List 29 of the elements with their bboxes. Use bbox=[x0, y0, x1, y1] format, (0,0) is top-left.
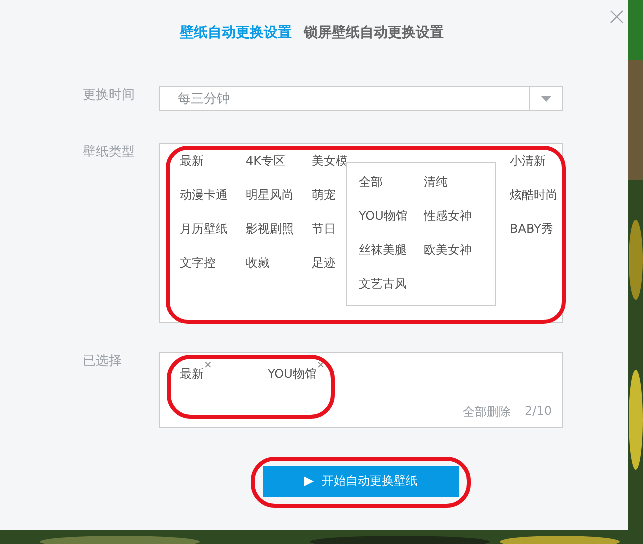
category-option[interactable]: 全部 bbox=[359, 174, 424, 208]
category-option[interactable]: 清纯 bbox=[424, 174, 489, 208]
category-option[interactable]: 影视剧照 bbox=[246, 221, 312, 238]
category-option[interactable]: 收藏 bbox=[246, 255, 312, 272]
tab[interactable]: 锁屏壁纸自动更换设置 bbox=[304, 24, 444, 44]
field-label: 已选择 bbox=[83, 353, 123, 371]
remove-icon[interactable]: × bbox=[204, 360, 212, 372]
category-option[interactable]: 丝袜美腿 bbox=[359, 242, 424, 276]
category-option[interactable]: 月历壁纸 bbox=[180, 221, 246, 238]
category-option[interactable]: 文艺古风 bbox=[359, 276, 424, 310]
remove-icon[interactable]: × bbox=[316, 360, 326, 372]
close-icon[interactable] bbox=[610, 10, 624, 24]
selection-count: 2/10 bbox=[525, 404, 552, 420]
category-option[interactable]: 动漫卡通 bbox=[180, 187, 246, 204]
category-option[interactable]: YOU物馆 bbox=[359, 208, 424, 242]
category-option[interactable]: 炫酷时尚 bbox=[510, 187, 576, 204]
category-option[interactable]: 性感女神 bbox=[424, 208, 489, 242]
selected-tag: YOU物馆 bbox=[268, 366, 317, 383]
category-option[interactable]: 小清新 bbox=[510, 153, 576, 170]
category-option[interactable]: BABY秀 bbox=[510, 221, 576, 238]
category-option[interactable]: 明星风尚 bbox=[246, 187, 312, 204]
field-label: 壁纸类型 bbox=[83, 144, 136, 162]
category-option[interactable]: 欧美女神 bbox=[424, 242, 489, 276]
field-label: 更换时间 bbox=[83, 87, 136, 105]
category-option[interactable]: 最新 bbox=[180, 153, 246, 170]
category-option[interactable]: 4K专区 bbox=[246, 153, 312, 170]
selected-tag: 最新 bbox=[180, 366, 204, 383]
dropdown-arrow-icon bbox=[540, 96, 552, 102]
category-option[interactable]: 文字控 bbox=[180, 255, 246, 272]
